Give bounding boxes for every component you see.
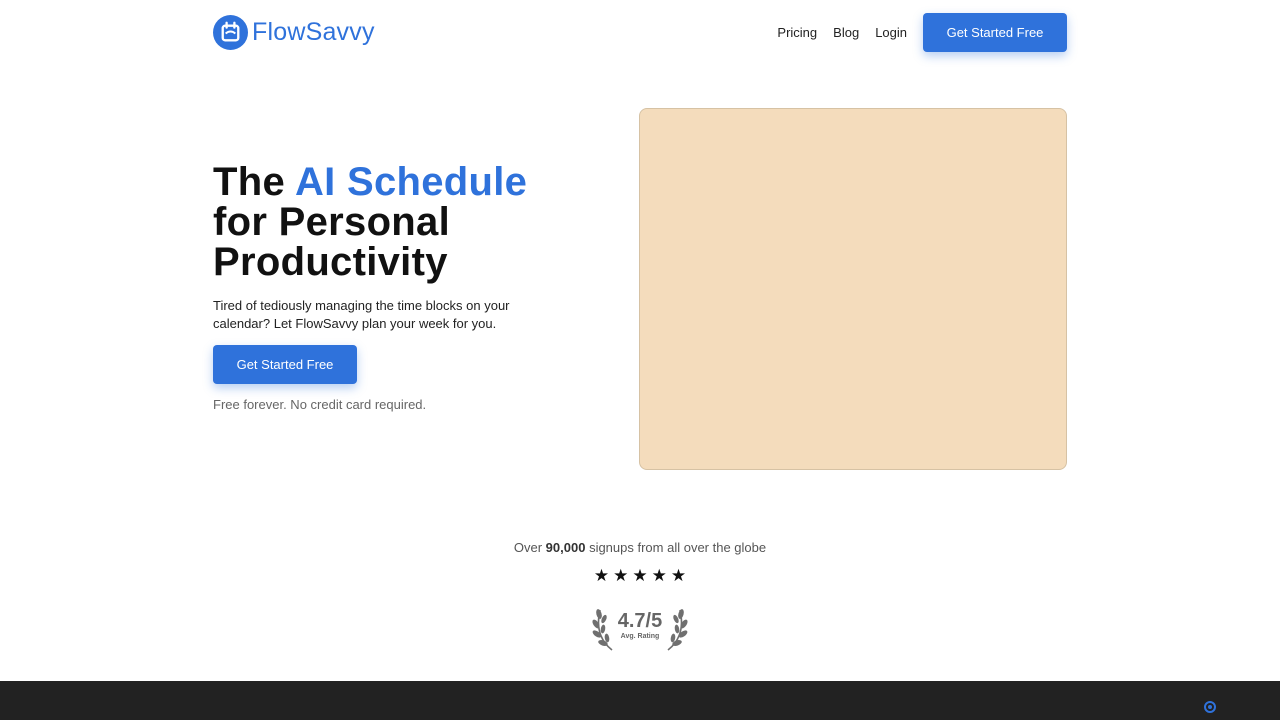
hero-title-prefix: The	[213, 160, 286, 204]
hero-title-accent: AI Schedule	[294, 160, 528, 204]
hero-get-started-button[interactable]: Get Started Free	[213, 345, 357, 384]
site-header: FlowSavvy Pricing Blog Login Get Started…	[0, 0, 1280, 66]
hero-title-line2: for Personal	[213, 200, 450, 244]
star-icon: ★	[670, 566, 687, 585]
hero-title: The AI Schedule for Personal Productivit…	[213, 162, 527, 282]
star-icon: ★	[651, 566, 667, 585]
nav-link-blog[interactable]: Blog	[833, 25, 859, 40]
signups-text: Over 90,000 signups from all over the gl…	[0, 540, 1280, 555]
gear-icon[interactable]	[1202, 699, 1218, 715]
main-nav: Pricing Blog Login Get Started Free	[777, 13, 1067, 52]
header-get-started-button[interactable]: Get Started Free	[923, 13, 1067, 52]
signups-count: 90,000	[545, 540, 586, 555]
star-icon: ★	[632, 566, 648, 585]
brand-logo[interactable]: FlowSavvy	[213, 15, 375, 50]
brand-name: FlowSavvy	[252, 18, 375, 46]
rating-badge: 4.7/5 Avg. Rating	[590, 602, 690, 654]
nav-link-login[interactable]: Login	[875, 25, 907, 40]
nav-link-pricing[interactable]: Pricing	[777, 25, 817, 40]
hero-note: Free forever. No credit card required.	[213, 397, 427, 412]
hero-subtitle: Tired of tediously managing the time blo…	[213, 298, 510, 331]
hero-media-placeholder	[639, 108, 1067, 470]
calendar-refresh-icon	[213, 15, 248, 50]
hero-title-line3: Productivity	[213, 240, 448, 284]
star-icon: ★	[613, 566, 629, 585]
signups-prefix: Over	[513, 540, 543, 555]
star-rating: ★ ★ ★ ★ ★	[590, 567, 690, 585]
signups-suffix: signups from all over the globe	[589, 540, 767, 555]
star-icon: ★	[593, 566, 610, 585]
footer-band	[0, 681, 1280, 720]
rating-label: Avg. Rating	[620, 633, 660, 640]
rating-score: 4.7/5	[617, 610, 663, 632]
